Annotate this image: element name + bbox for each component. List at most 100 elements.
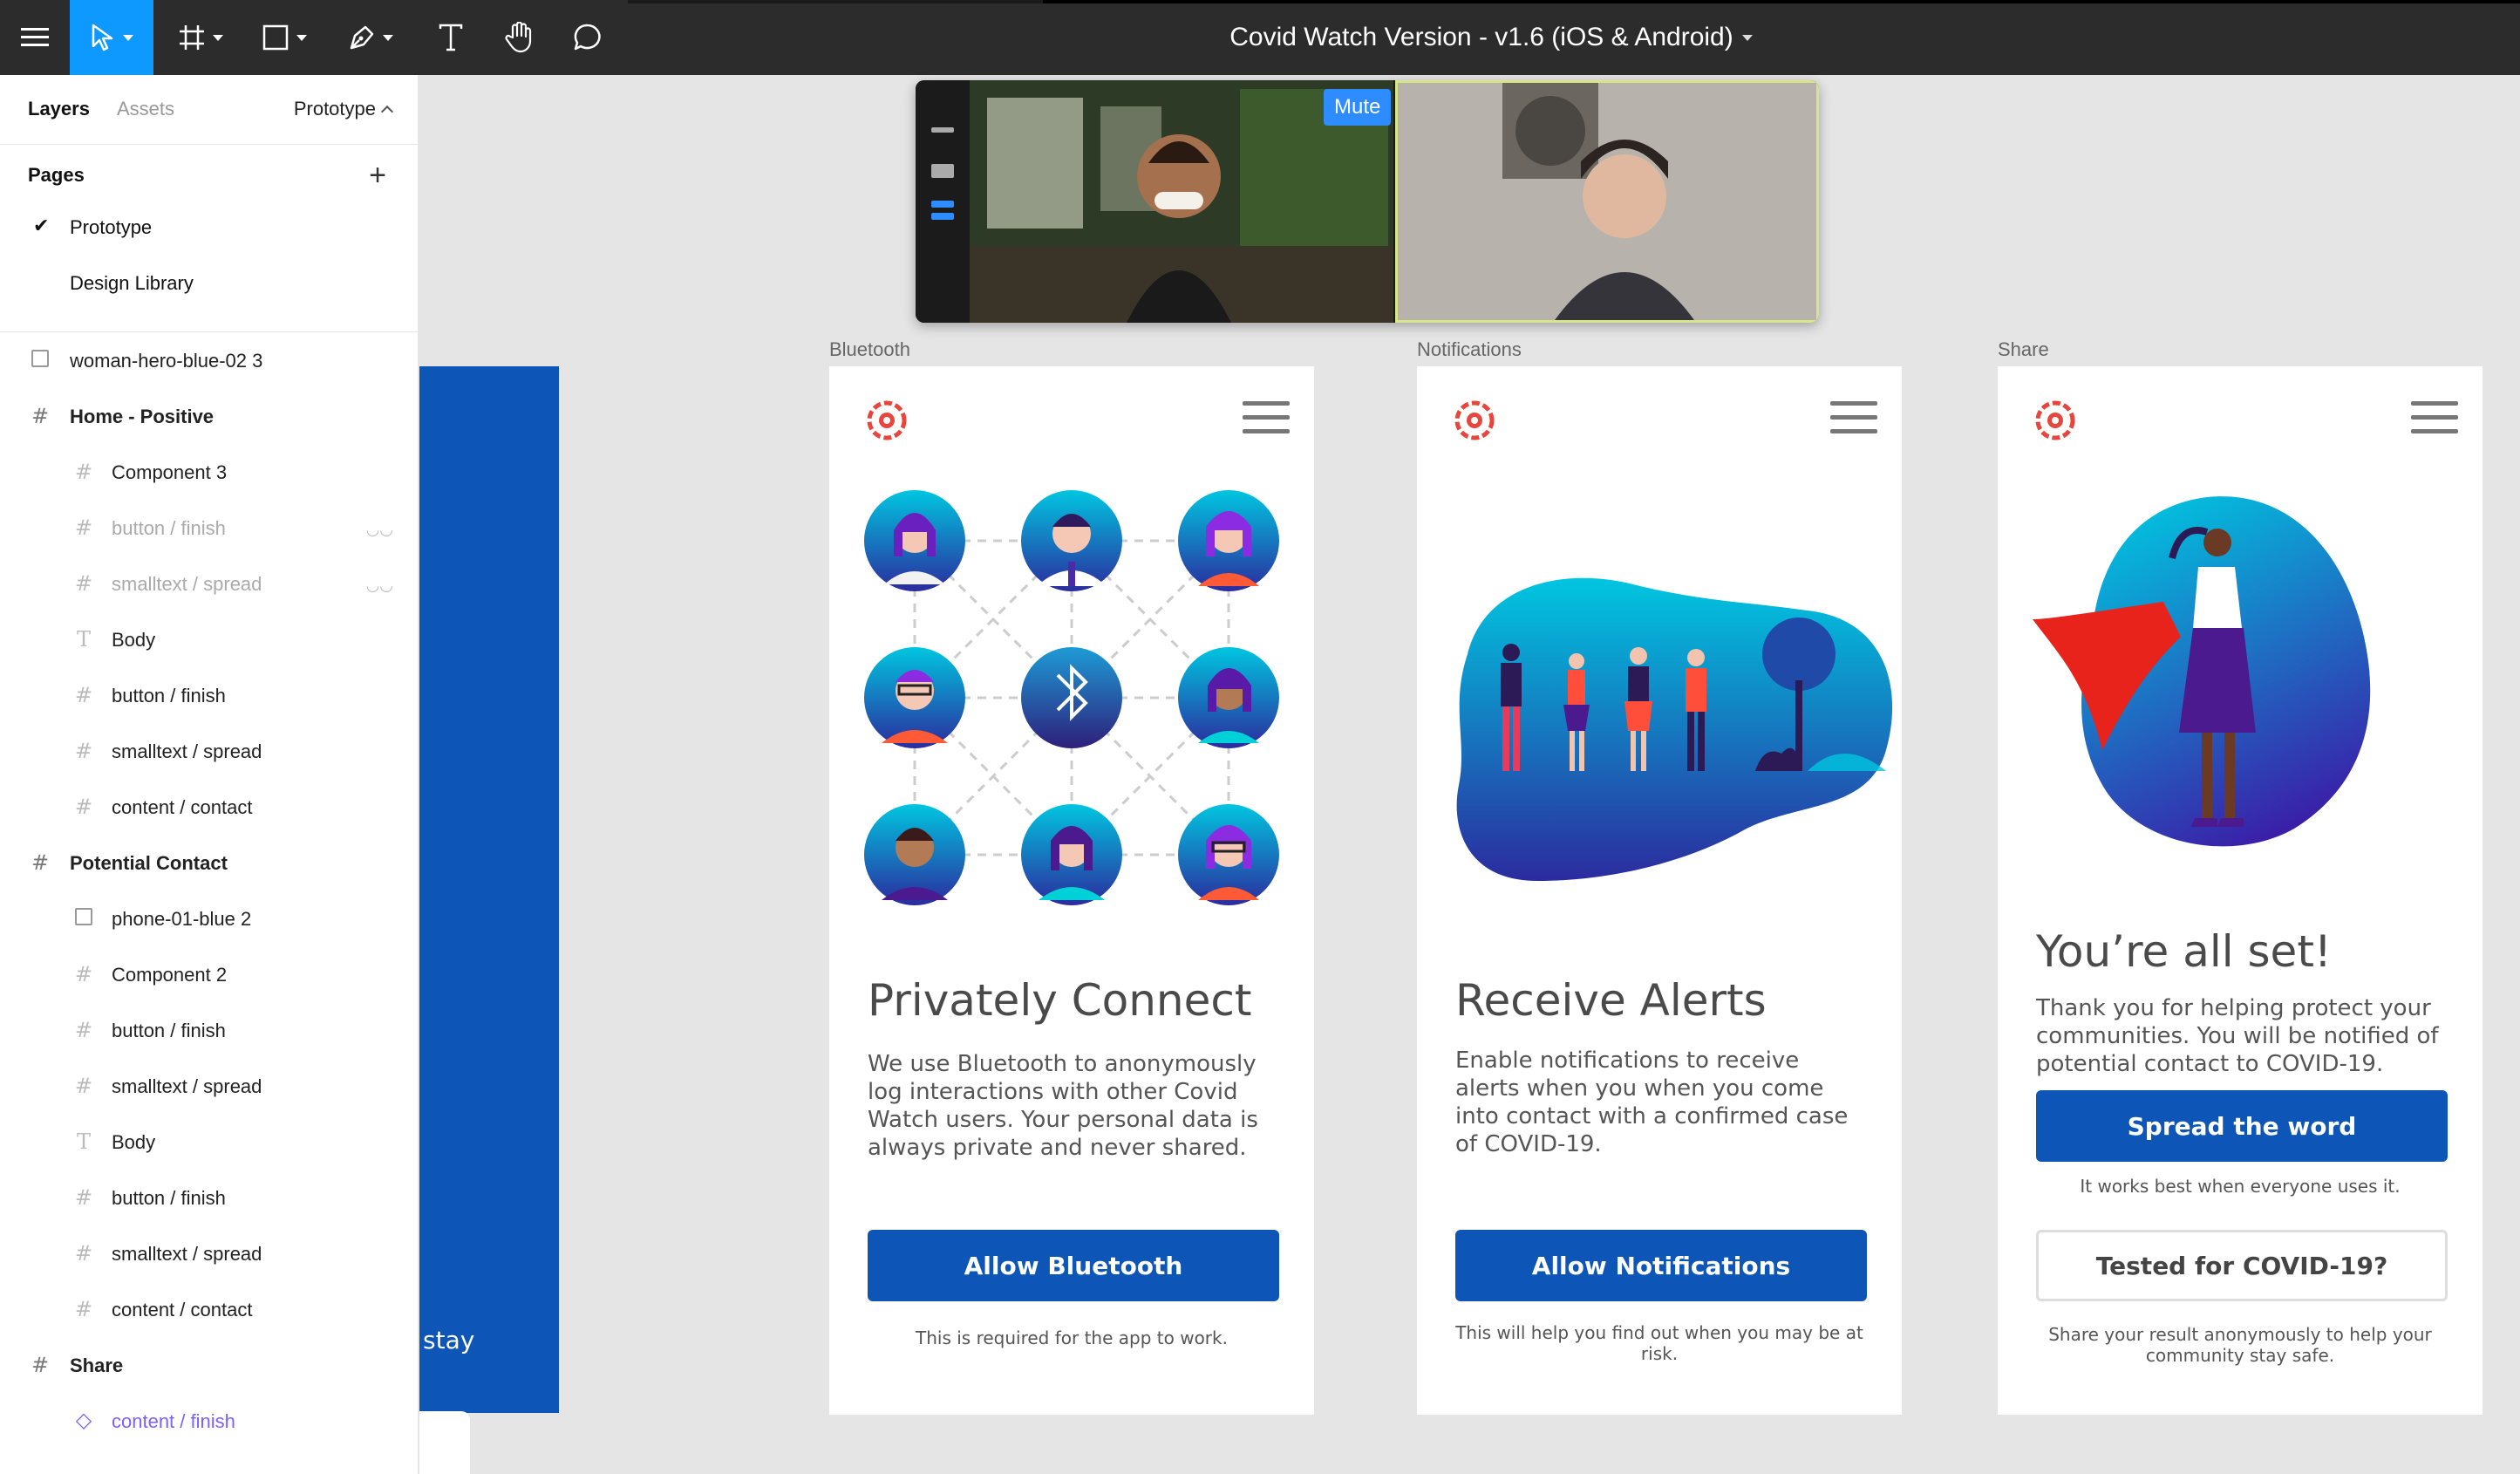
top-toolbar: Covid Watch Version - v1.6 (iOS & Androi… [0,0,2520,75]
frame-label-bluetooth[interactable]: Bluetooth [829,338,910,361]
tested-for-covid-button[interactable]: Tested for COVID-19? [2036,1230,2448,1301]
chevron-down-icon [296,34,307,41]
layer-label: button / finish [112,1187,226,1209]
page-selector[interactable]: Prototype [294,98,394,120]
text-tool-button[interactable] [420,0,481,75]
layer-item[interactable]: # Component 3 [0,444,418,500]
frame-icon: # [31,1353,50,1377]
layer-item[interactable]: # content / contact [0,1281,418,1337]
layer-label: smalltext / spread [112,573,262,595]
hidden-eye-icon[interactable]: ◡◡ [366,521,393,539]
home-positive-frame[interactable]: stay [419,366,559,1474]
frame-icon: # [74,460,93,484]
layer-label: Share [70,1355,124,1376]
layer-item[interactable]: T Body [0,1114,418,1170]
layers-list: woman-hero-blue-02 3 # Home - Positive #… [0,332,418,1449]
helper-note: This will help you find out when you may… [1455,1322,1863,1364]
frame-button [419,1411,470,1474]
layout-option-icon[interactable] [931,201,954,208]
participant-video-tile: Mute ··· [970,80,1393,323]
tab-layers[interactable]: Layers [28,98,90,120]
hidden-eye-icon[interactable]: ◡◡ [366,577,393,595]
menu-icon[interactable] [1830,401,1877,443]
spread-the-word-button[interactable]: Spread the word [2036,1090,2448,1162]
layer-label: phone-01-blue 2 [112,908,252,930]
layer-item[interactable]: woman-hero-blue-02 3 [0,332,418,388]
frame-label-notifications[interactable]: Notifications [1417,338,1522,361]
page-item-prototype[interactable]: ✔ Prototype [0,199,418,255]
share-frame[interactable]: You’re all set! Thank you for helping pr… [1998,366,2483,1415]
panel-tabs: Layers Assets Prototype [0,75,418,145]
menu-icon[interactable] [2411,401,2458,443]
layer-item[interactable]: ◇ content / finish [0,1393,418,1449]
allow-bluetooth-button[interactable]: Allow Bluetooth [868,1230,1279,1301]
chevron-down-icon [123,34,133,41]
allow-notifications-button[interactable]: Allow Notifications [1455,1230,1867,1301]
layer-label: content / contact [112,796,253,818]
frame-body-text: stay [423,1326,475,1355]
covid-watch-logo-icon [867,400,907,440]
frame-body-text: Enable notifications to receive alerts w… [1455,1047,1849,1157]
add-page-icon[interactable]: + [369,160,386,190]
layer-item[interactable]: # Share [0,1337,418,1393]
document-title-menu[interactable]: Covid Watch Version - v1.6 (iOS & Androi… [1099,0,1883,75]
frame-title: Privately Connect [868,975,1252,1026]
layer-item[interactable]: T Body [0,611,418,667]
page-item-design-library[interactable]: Design Library [0,255,418,310]
notifications-frame[interactable]: Receive Alerts Enable notifications to r… [1417,366,1902,1415]
layer-item[interactable]: # button / finish [0,1170,418,1225]
tab-assets[interactable]: Assets [117,98,174,120]
frame-icon: # [74,962,93,986]
comment-tool-button[interactable] [555,0,621,75]
frame-icon [180,25,204,50]
layer-item[interactable]: # Component 2 [0,946,418,1002]
layer-item[interactable]: # smalltext / spread [0,1225,418,1281]
layer-item[interactable]: # button / finish ◡◡ [0,500,418,556]
checkmark-icon: ✔ [33,215,50,236]
frame-tool-button[interactable] [166,0,235,75]
mute-button[interactable]: Mute [1324,89,1392,126]
chevron-up-icon [380,105,394,118]
layer-item[interactable]: # smalltext / spread ◡◡ [0,556,418,611]
hand-tool-button[interactable] [488,0,549,75]
main-menu-button[interactable] [0,0,70,75]
pages-header: Pages + [0,145,418,199]
video-call-overlay[interactable]: Mute ··· [916,80,1819,323]
video-layout-sidebar [916,80,970,323]
layout-option-icon[interactable] [931,164,954,178]
helper-note: This is required for the app to work. [916,1327,1228,1348]
layout-option-icon[interactable] [931,213,954,220]
comment-icon [574,24,601,51]
layout-option-icon[interactable] [931,127,954,133]
layer-item[interactable]: # button / finish [0,1002,418,1058]
participant-video-tile [1395,80,1819,323]
bluetooth-frame[interactable]: Privately Connect We use Bluetooth to an… [829,366,1314,1415]
layer-item[interactable]: # smalltext / spread [0,723,418,779]
layer-item[interactable]: phone-01-blue 2 [0,891,418,946]
frame-body-text: Thank you for helping protect your commu… [2036,995,2439,1077]
move-tool-button[interactable] [70,0,153,75]
left-panel: Layers Assets Prototype Pages + ✔ Protot… [0,75,419,1474]
layer-item[interactable]: # content / contact [0,779,418,835]
layer-item[interactable]: # Home - Positive [0,388,418,444]
menu-icon[interactable] [1243,401,1290,443]
frame-icon: # [74,1297,93,1321]
woman-hero-illustration [2033,496,2371,847]
covid-watch-logo-icon [1454,400,1495,440]
frame-label-share[interactable]: Share [1998,338,2049,361]
layer-item[interactable]: # button / finish [0,667,418,723]
layer-label: Body [112,629,156,651]
layer-item[interactable]: # smalltext / spread [0,1058,418,1114]
cursor-icon [92,24,113,51]
layer-label: smalltext / spread [112,1075,262,1097]
hand-icon [505,22,532,53]
layer-label: Home - Positive [70,406,215,427]
frame-icon: # [31,404,50,428]
people-alerts-illustration [1456,577,1893,881]
frame-icon: # [74,515,93,540]
layer-label: Body [112,1131,156,1153]
pen-tool-button[interactable] [335,0,406,75]
layer-label: Potential Contact [70,852,228,874]
layer-item[interactable]: # Potential Contact [0,835,418,891]
shape-tool-button[interactable] [249,0,319,75]
